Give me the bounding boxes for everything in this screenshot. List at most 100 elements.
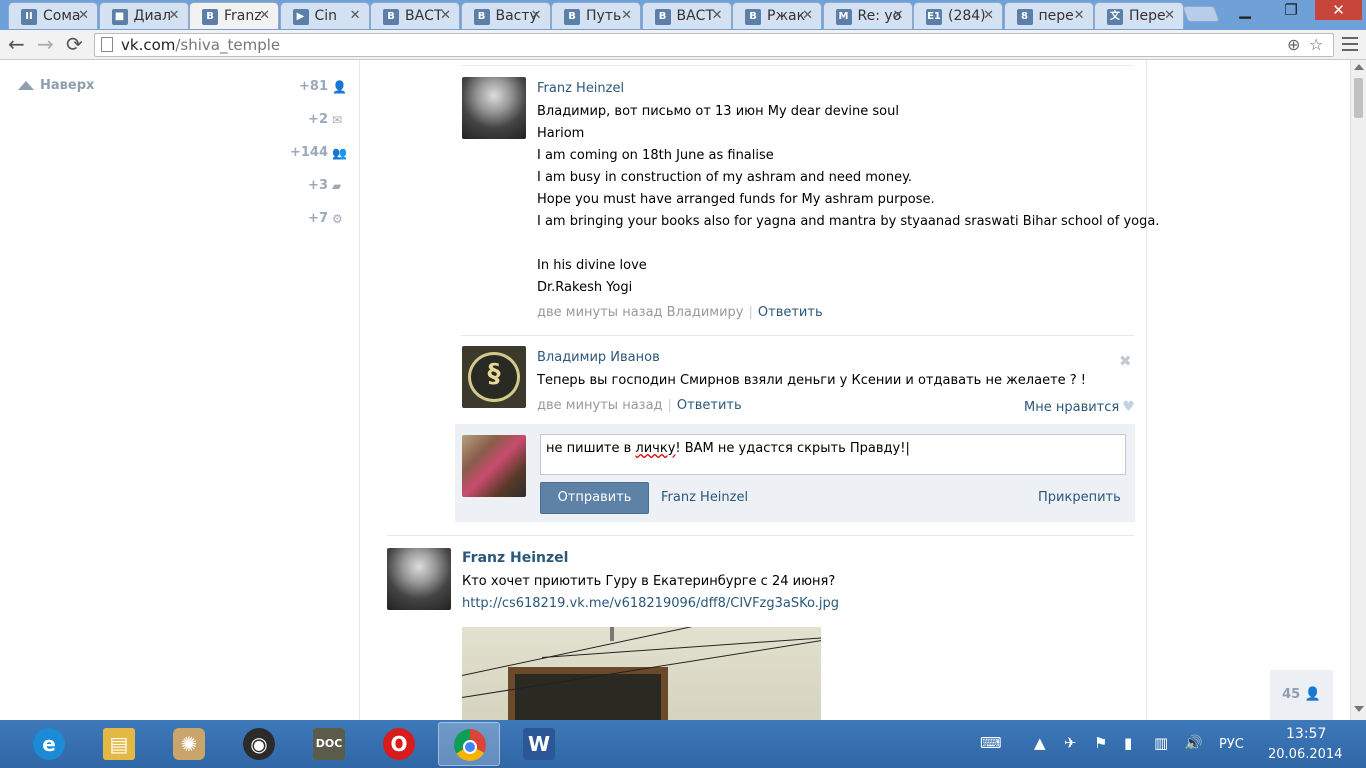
browser-tab[interactable]: В Васту ✕	[460, 2, 551, 29]
avatar-franz[interactable]	[387, 548, 451, 610]
browser-tab[interactable]: В ВАСТ ✕	[641, 2, 732, 29]
tab-close-icon[interactable]: ✕	[1074, 8, 1085, 23]
tab-favicon-icon: В	[473, 9, 490, 25]
forward-arrow-icon[interactable]: →	[37, 33, 54, 55]
doc-icon[interactable]: DOC	[298, 722, 360, 766]
reply-link[interactable]: Ответить	[677, 398, 742, 413]
back-arrow-icon[interactable]: ←	[8, 33, 25, 55]
audio-icon[interactable]: ◉	[228, 722, 290, 766]
browser-menu-icon[interactable]	[1342, 37, 1358, 51]
back-to-top-link[interactable]: Наверх	[18, 78, 94, 93]
divider	[461, 65, 1134, 66]
tab-close-icon[interactable]: ✕	[621, 8, 632, 23]
tab-close-icon[interactable]: ✕	[531, 8, 542, 23]
maximize-button[interactable]: ❐	[1268, 0, 1314, 20]
browser-tab[interactable]: E1 (284) ✕	[913, 2, 1003, 29]
tab-close-icon[interactable]: ✕	[802, 8, 813, 23]
comment-author[interactable]: Владимир Иванов	[537, 350, 660, 365]
network-icon[interactable]: ✈	[1064, 734, 1077, 752]
opera-icon[interactable]: O	[368, 722, 430, 766]
tab-label: Пере	[1129, 8, 1166, 24]
volume-icon[interactable]: 🔊	[1184, 734, 1203, 752]
tab-close-icon[interactable]: ✕	[893, 8, 904, 23]
counter-settings[interactable]: +7 ⚙	[308, 211, 345, 226]
delete-icon[interactable]: ✖	[1119, 352, 1132, 370]
browser-tab[interactable]: 文 Пере ✕	[1094, 2, 1184, 29]
explorer-icon[interactable]: ▤	[88, 722, 150, 766]
comment-time[interactable]: две минуты назад Владимиру	[537, 305, 744, 320]
reply-input[interactable]: не пишите в личку! ВАМ не удастся скрыть…	[540, 434, 1126, 475]
clock-date[interactable]: 20.06.2014	[1268, 747, 1342, 762]
gear-icon: ⚙	[332, 212, 343, 226]
reply-to-link[interactable]: Franz Heinzel	[661, 490, 748, 505]
post-author[interactable]: Franz Heinzel	[462, 550, 568, 566]
browser-tab[interactable]: ▶ Cin ✕	[279, 2, 370, 29]
post-text: Кто хочет приютить Гуру в Екатеринбурге …	[462, 574, 836, 589]
vertical-scrollbar[interactable]	[1350, 60, 1366, 720]
browser-tab[interactable]: II Сома ✕	[8, 2, 98, 29]
tab-favicon-icon: В	[383, 9, 399, 25]
clock-time[interactable]: 13:57	[1286, 726, 1326, 742]
counter-users[interactable]: +81 👤	[299, 79, 347, 94]
tab-close-icon[interactable]: ✕	[259, 8, 270, 23]
online-count: 45	[1282, 687, 1301, 702]
avatar-current-user[interactable]	[462, 435, 526, 497]
browser-tab[interactable]: В Ржак ✕	[732, 2, 822, 29]
language-indicator[interactable]: РУС	[1219, 737, 1244, 752]
new-tab-button[interactable]	[1182, 6, 1220, 22]
tab-label: ВАСТ	[676, 8, 715, 24]
post-photo[interactable]	[462, 627, 821, 720]
tab-close-icon[interactable]: ✕	[350, 8, 361, 23]
tab-close-icon[interactable]: ✕	[78, 8, 89, 23]
signal-icon[interactable]: ▥	[1154, 734, 1168, 752]
like-button[interactable]: Мне нравится ♥	[1024, 399, 1135, 415]
tab-close-icon[interactable]: ✕	[440, 8, 451, 23]
tab-favicon-icon: В	[564, 9, 580, 25]
word-icon[interactable]: W	[508, 722, 570, 766]
battery-icon[interactable]: ▮	[1124, 734, 1132, 752]
browser-tab[interactable]: ■ Диал ✕	[98, 2, 189, 29]
browser-tab[interactable]: M Re: yo ✕	[822, 2, 913, 29]
post-link[interactable]: http://cs618219.vk.me/v618219096/dff8/CI…	[462, 593, 839, 615]
counter-value: +144	[289, 145, 328, 160]
attach-link[interactable]: Прикрепить	[1038, 490, 1121, 505]
left-panel: Наверх +81 👤 +2 ✉ +144 👥 +3 ▰ +7 ⚙	[0, 60, 360, 720]
show-hidden-icons-icon[interactable]: ▲	[1034, 734, 1046, 752]
flag-icon[interactable]: ⚑	[1094, 734, 1107, 752]
tab-close-icon[interactable]: ✕	[983, 8, 994, 23]
counter-value: +7	[308, 211, 328, 226]
counter-messages[interactable]: +2 ✉	[308, 112, 345, 127]
app-icon[interactable]: ✺	[158, 722, 220, 766]
comment-author[interactable]: Franz Heinzel	[537, 81, 624, 96]
tab-close-icon[interactable]: ✕	[712, 8, 723, 23]
scroll-thumb[interactable]	[1354, 78, 1363, 118]
scroll-up-arrow-icon[interactable]	[1354, 64, 1364, 70]
browser-tab[interactable]: В ВАСТ ✕	[370, 2, 460, 29]
comment-text-line: Hariom	[537, 126, 585, 141]
comment-time[interactable]: две минуты назад	[537, 398, 663, 413]
reply-link[interactable]: Ответить	[758, 305, 823, 320]
browser-tab[interactable]: В Franz ✕	[189, 2, 279, 29]
counter-comments[interactable]: +3 ▰	[308, 178, 345, 193]
scroll-down-arrow-icon[interactable]	[1354, 706, 1364, 712]
bookmark-star-icon[interactable]: ☆	[1309, 35, 1323, 54]
chrome-icon[interactable]	[438, 722, 500, 766]
avatar-vladimir[interactable]: §	[462, 346, 526, 408]
online-friends-badge[interactable]: 45 👤	[1270, 670, 1333, 720]
minimize-button[interactable]: ▁	[1222, 0, 1268, 20]
reload-icon[interactable]: ⟳	[66, 33, 83, 55]
tab-label: (284)	[948, 8, 986, 24]
zoom-icon[interactable]: ⊕	[1287, 35, 1300, 54]
address-bar[interactable]: vk.com/shiva_temple ⊕ ☆	[94, 33, 1334, 57]
comment-meta: две минуты назад | Ответить	[537, 398, 742, 413]
send-button[interactable]: Отправить	[540, 482, 649, 514]
tab-close-icon[interactable]: ✕	[169, 8, 180, 23]
ie-icon[interactable]: e	[18, 722, 80, 766]
browser-tab[interactable]: 8 пере ✕	[1003, 2, 1094, 29]
keyboard-icon[interactable]: ⌨	[980, 734, 1002, 752]
counter-friends[interactable]: +144 👥	[289, 145, 347, 160]
browser-tab[interactable]: В Путь ✕	[551, 2, 641, 29]
close-window-button[interactable]: ✕	[1315, 0, 1362, 20]
tab-close-icon[interactable]: ✕	[1164, 8, 1175, 23]
avatar-franz[interactable]	[462, 77, 526, 139]
